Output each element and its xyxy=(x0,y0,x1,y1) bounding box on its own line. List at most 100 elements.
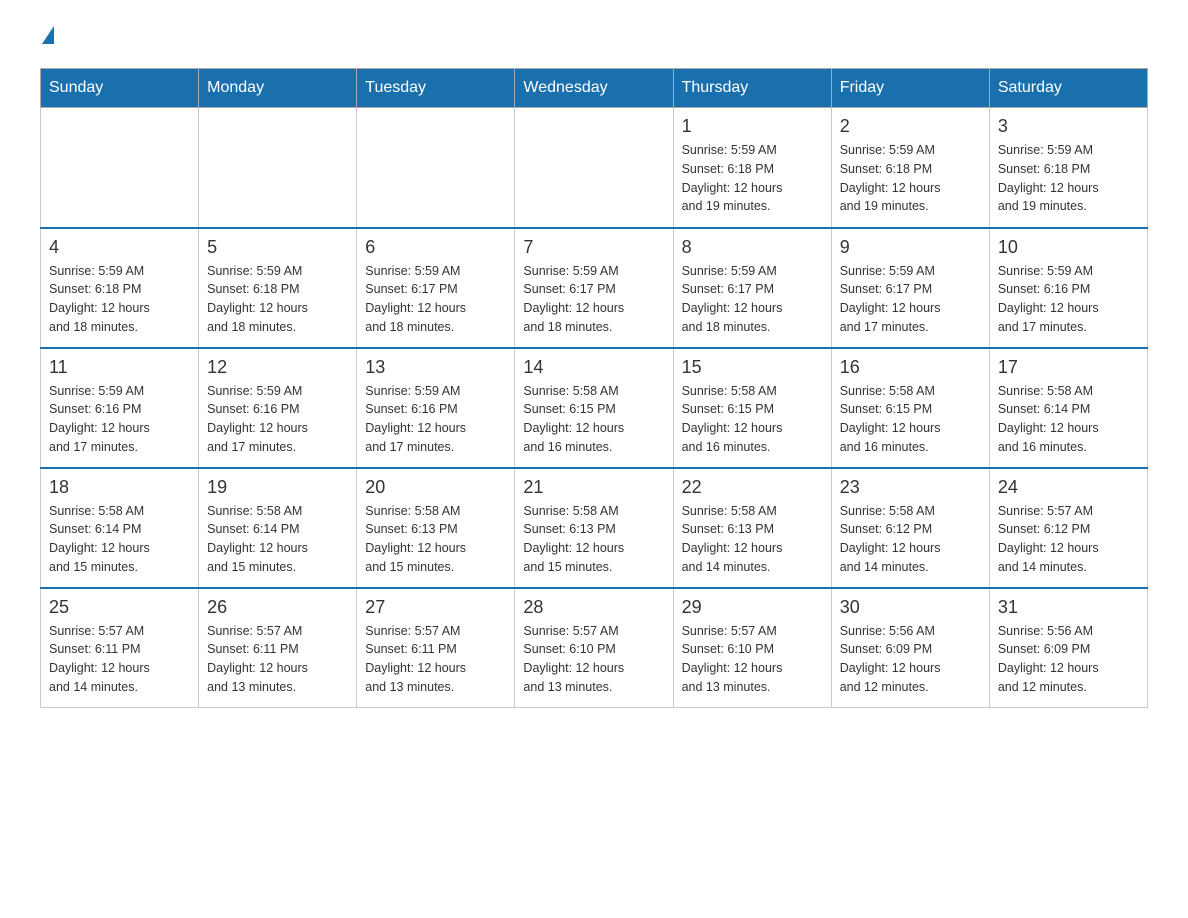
day-number: 5 xyxy=(207,237,348,258)
table-row: 12Sunrise: 5:59 AM Sunset: 6:16 PM Dayli… xyxy=(199,348,357,468)
day-number: 24 xyxy=(998,477,1139,498)
table-row: 19Sunrise: 5:58 AM Sunset: 6:14 PM Dayli… xyxy=(199,468,357,588)
day-info: Sunrise: 5:59 AM Sunset: 6:16 PM Dayligh… xyxy=(998,262,1139,337)
day-number: 21 xyxy=(523,477,664,498)
calendar-week-row: 4 Sunrise: 5:59 AM Sunset: 6:18 PM Daylig… xyxy=(41,228,1148,348)
table-row xyxy=(41,108,199,228)
calendar-week-row: 18Sunrise: 5:58 AM Sunset: 6:14 PM Dayli… xyxy=(41,468,1148,588)
table-row: 8 Sunrise: 5:59 AM Sunset: 6:17 PM Daylig… xyxy=(673,228,831,348)
day-number: 2 xyxy=(840,116,981,137)
day-info: Sunrise: 5:57 AM Sunset: 6:10 PM Dayligh… xyxy=(682,622,823,697)
day-number: 25 xyxy=(49,597,190,618)
table-row: 7 Sunrise: 5:59 AM Sunset: 6:17 PM Daylig… xyxy=(515,228,673,348)
table-row xyxy=(199,108,357,228)
day-number: 16 xyxy=(840,357,981,378)
day-info: Sunrise: 5:57 AM Sunset: 6:10 PM Dayligh… xyxy=(523,622,664,697)
table-row: 21 Sunrise: 5:58 AM Sunset: 6:13 PM Dayli… xyxy=(515,468,673,588)
day-number: 12 xyxy=(207,357,348,378)
day-info: Sunrise: 5:57 AM Sunset: 6:12 PM Dayligh… xyxy=(998,502,1139,577)
calendar-week-row: 1 Sunrise: 5:59 AM Sunset: 6:18 PM Daylig… xyxy=(41,108,1148,228)
table-row: 25 Sunrise: 5:57 AM Sunset: 6:11 PM Dayli… xyxy=(41,588,199,708)
table-row: 20Sunrise: 5:58 AM Sunset: 6:13 PM Dayli… xyxy=(357,468,515,588)
day-number: 15 xyxy=(682,357,823,378)
table-row: 4 Sunrise: 5:59 AM Sunset: 6:18 PM Daylig… xyxy=(41,228,199,348)
table-row: 29 Sunrise: 5:57 AM Sunset: 6:10 PM Dayli… xyxy=(673,588,831,708)
table-row: 16 Sunrise: 5:58 AM Sunset: 6:15 PM Dayli… xyxy=(831,348,989,468)
table-row: 2 Sunrise: 5:59 AM Sunset: 6:18 PM Daylig… xyxy=(831,108,989,228)
table-row: 9 Sunrise: 5:59 AM Sunset: 6:17 PM Daylig… xyxy=(831,228,989,348)
col-friday: Friday xyxy=(831,69,989,108)
table-row: 18Sunrise: 5:58 AM Sunset: 6:14 PM Dayli… xyxy=(41,468,199,588)
table-row: 17 Sunrise: 5:58 AM Sunset: 6:14 PM Dayli… xyxy=(989,348,1147,468)
day-number: 7 xyxy=(523,237,664,258)
day-number: 13 xyxy=(365,357,506,378)
table-row: 13 Sunrise: 5:59 AM Sunset: 6:16 PM Dayli… xyxy=(357,348,515,468)
col-sunday: Sunday xyxy=(41,69,199,108)
day-info: Sunrise: 5:59 AM Sunset: 6:18 PM Dayligh… xyxy=(682,141,823,216)
table-row: 6 Sunrise: 5:59 AM Sunset: 6:17 PM Daylig… xyxy=(357,228,515,348)
day-info: Sunrise: 5:58 AM Sunset: 6:13 PM Dayligh… xyxy=(682,502,823,577)
day-number: 27 xyxy=(365,597,506,618)
day-number: 22 xyxy=(682,477,823,498)
table-row: 5Sunrise: 5:59 AM Sunset: 6:18 PM Daylig… xyxy=(199,228,357,348)
logo-triangle-icon xyxy=(42,26,54,44)
day-info: Sunrise: 5:59 AM Sunset: 6:17 PM Dayligh… xyxy=(365,262,506,337)
table-row: 1 Sunrise: 5:59 AM Sunset: 6:18 PM Daylig… xyxy=(673,108,831,228)
day-info: Sunrise: 5:58 AM Sunset: 6:14 PM Dayligh… xyxy=(207,502,348,577)
table-row: 28 Sunrise: 5:57 AM Sunset: 6:10 PM Dayli… xyxy=(515,588,673,708)
day-number: 1 xyxy=(682,116,823,137)
table-row: 15 Sunrise: 5:58 AM Sunset: 6:15 PM Dayli… xyxy=(673,348,831,468)
day-info: Sunrise: 5:58 AM Sunset: 6:13 PM Dayligh… xyxy=(523,502,664,577)
day-info: Sunrise: 5:58 AM Sunset: 6:15 PM Dayligh… xyxy=(682,382,823,457)
day-info: Sunrise: 5:59 AM Sunset: 6:17 PM Dayligh… xyxy=(523,262,664,337)
day-number: 17 xyxy=(998,357,1139,378)
col-saturday: Saturday xyxy=(989,69,1147,108)
day-info: Sunrise: 5:58 AM Sunset: 6:12 PM Dayligh… xyxy=(840,502,981,577)
table-row xyxy=(515,108,673,228)
calendar-week-row: 25 Sunrise: 5:57 AM Sunset: 6:11 PM Dayli… xyxy=(41,588,1148,708)
day-info: Sunrise: 5:56 AM Sunset: 6:09 PM Dayligh… xyxy=(840,622,981,697)
day-number: 8 xyxy=(682,237,823,258)
day-info: Sunrise: 5:57 AM Sunset: 6:11 PM Dayligh… xyxy=(49,622,190,697)
day-number: 6 xyxy=(365,237,506,258)
day-number: 23 xyxy=(840,477,981,498)
col-wednesday: Wednesday xyxy=(515,69,673,108)
day-info: Sunrise: 5:58 AM Sunset: 6:13 PM Dayligh… xyxy=(365,502,506,577)
table-row: 22 Sunrise: 5:58 AM Sunset: 6:13 PM Dayli… xyxy=(673,468,831,588)
day-info: Sunrise: 5:59 AM Sunset: 6:18 PM Dayligh… xyxy=(49,262,190,337)
day-info: Sunrise: 5:57 AM Sunset: 6:11 PM Dayligh… xyxy=(207,622,348,697)
day-info: Sunrise: 5:59 AM Sunset: 6:18 PM Dayligh… xyxy=(840,141,981,216)
day-info: Sunrise: 5:57 AM Sunset: 6:11 PM Dayligh… xyxy=(365,622,506,697)
day-info: Sunrise: 5:59 AM Sunset: 6:17 PM Dayligh… xyxy=(682,262,823,337)
col-thursday: Thursday xyxy=(673,69,831,108)
day-info: Sunrise: 5:58 AM Sunset: 6:14 PM Dayligh… xyxy=(998,382,1139,457)
table-row: 23 Sunrise: 5:58 AM Sunset: 6:12 PM Dayli… xyxy=(831,468,989,588)
day-info: Sunrise: 5:58 AM Sunset: 6:15 PM Dayligh… xyxy=(840,382,981,457)
calendar-table: Sunday Monday Tuesday Wednesday Thursday… xyxy=(40,68,1148,708)
day-info: Sunrise: 5:56 AM Sunset: 6:09 PM Dayligh… xyxy=(998,622,1139,697)
day-number: 3 xyxy=(998,116,1139,137)
day-info: Sunrise: 5:58 AM Sunset: 6:14 PM Dayligh… xyxy=(49,502,190,577)
day-number: 28 xyxy=(523,597,664,618)
page-header xyxy=(40,30,1148,48)
table-row: 14 Sunrise: 5:58 AM Sunset: 6:15 PM Dayli… xyxy=(515,348,673,468)
col-tuesday: Tuesday xyxy=(357,69,515,108)
day-number: 4 xyxy=(49,237,190,258)
day-number: 30 xyxy=(840,597,981,618)
day-info: Sunrise: 5:59 AM Sunset: 6:16 PM Dayligh… xyxy=(365,382,506,457)
day-info: Sunrise: 5:59 AM Sunset: 6:17 PM Dayligh… xyxy=(840,262,981,337)
day-number: 14 xyxy=(523,357,664,378)
table-row: 11Sunrise: 5:59 AM Sunset: 6:16 PM Dayli… xyxy=(41,348,199,468)
table-row: 30 Sunrise: 5:56 AM Sunset: 6:09 PM Dayli… xyxy=(831,588,989,708)
day-number: 29 xyxy=(682,597,823,618)
day-info: Sunrise: 5:59 AM Sunset: 6:18 PM Dayligh… xyxy=(998,141,1139,216)
table-row: 31 Sunrise: 5:56 AM Sunset: 6:09 PM Dayli… xyxy=(989,588,1147,708)
day-number: 9 xyxy=(840,237,981,258)
day-number: 10 xyxy=(998,237,1139,258)
day-number: 31 xyxy=(998,597,1139,618)
table-row: 24 Sunrise: 5:57 AM Sunset: 6:12 PM Dayli… xyxy=(989,468,1147,588)
calendar-header-row: Sunday Monday Tuesday Wednesday Thursday… xyxy=(41,69,1148,108)
table-row: 10 Sunrise: 5:59 AM Sunset: 6:16 PM Dayli… xyxy=(989,228,1147,348)
day-info: Sunrise: 5:58 AM Sunset: 6:15 PM Dayligh… xyxy=(523,382,664,457)
logo xyxy=(40,30,54,48)
